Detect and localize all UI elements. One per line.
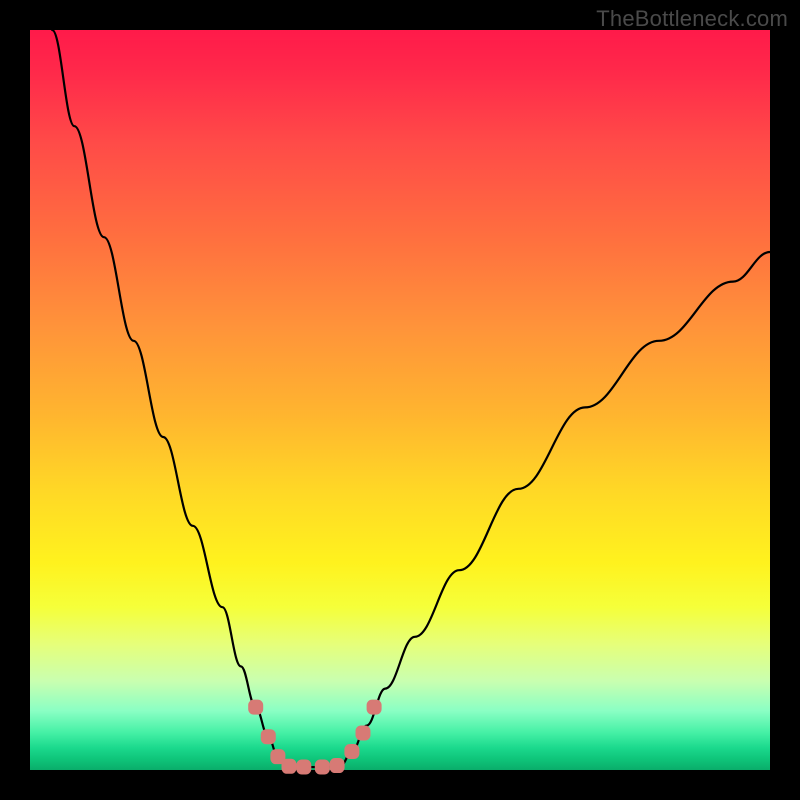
left-curve [52, 30, 285, 766]
marker-point [297, 760, 311, 774]
marker-point [345, 745, 359, 759]
marker-point [282, 759, 296, 773]
markers-group [249, 700, 381, 774]
marker-point [261, 730, 275, 744]
chart-frame: TheBottleneck.com [0, 0, 800, 800]
curves-svg [30, 30, 770, 770]
watermark-text: TheBottleneck.com [596, 6, 788, 32]
plot-area [30, 30, 770, 770]
marker-point [315, 760, 329, 774]
marker-point [356, 726, 370, 740]
marker-point [367, 700, 381, 714]
marker-point [330, 759, 344, 773]
right-curve [341, 252, 770, 766]
marker-point [249, 700, 263, 714]
